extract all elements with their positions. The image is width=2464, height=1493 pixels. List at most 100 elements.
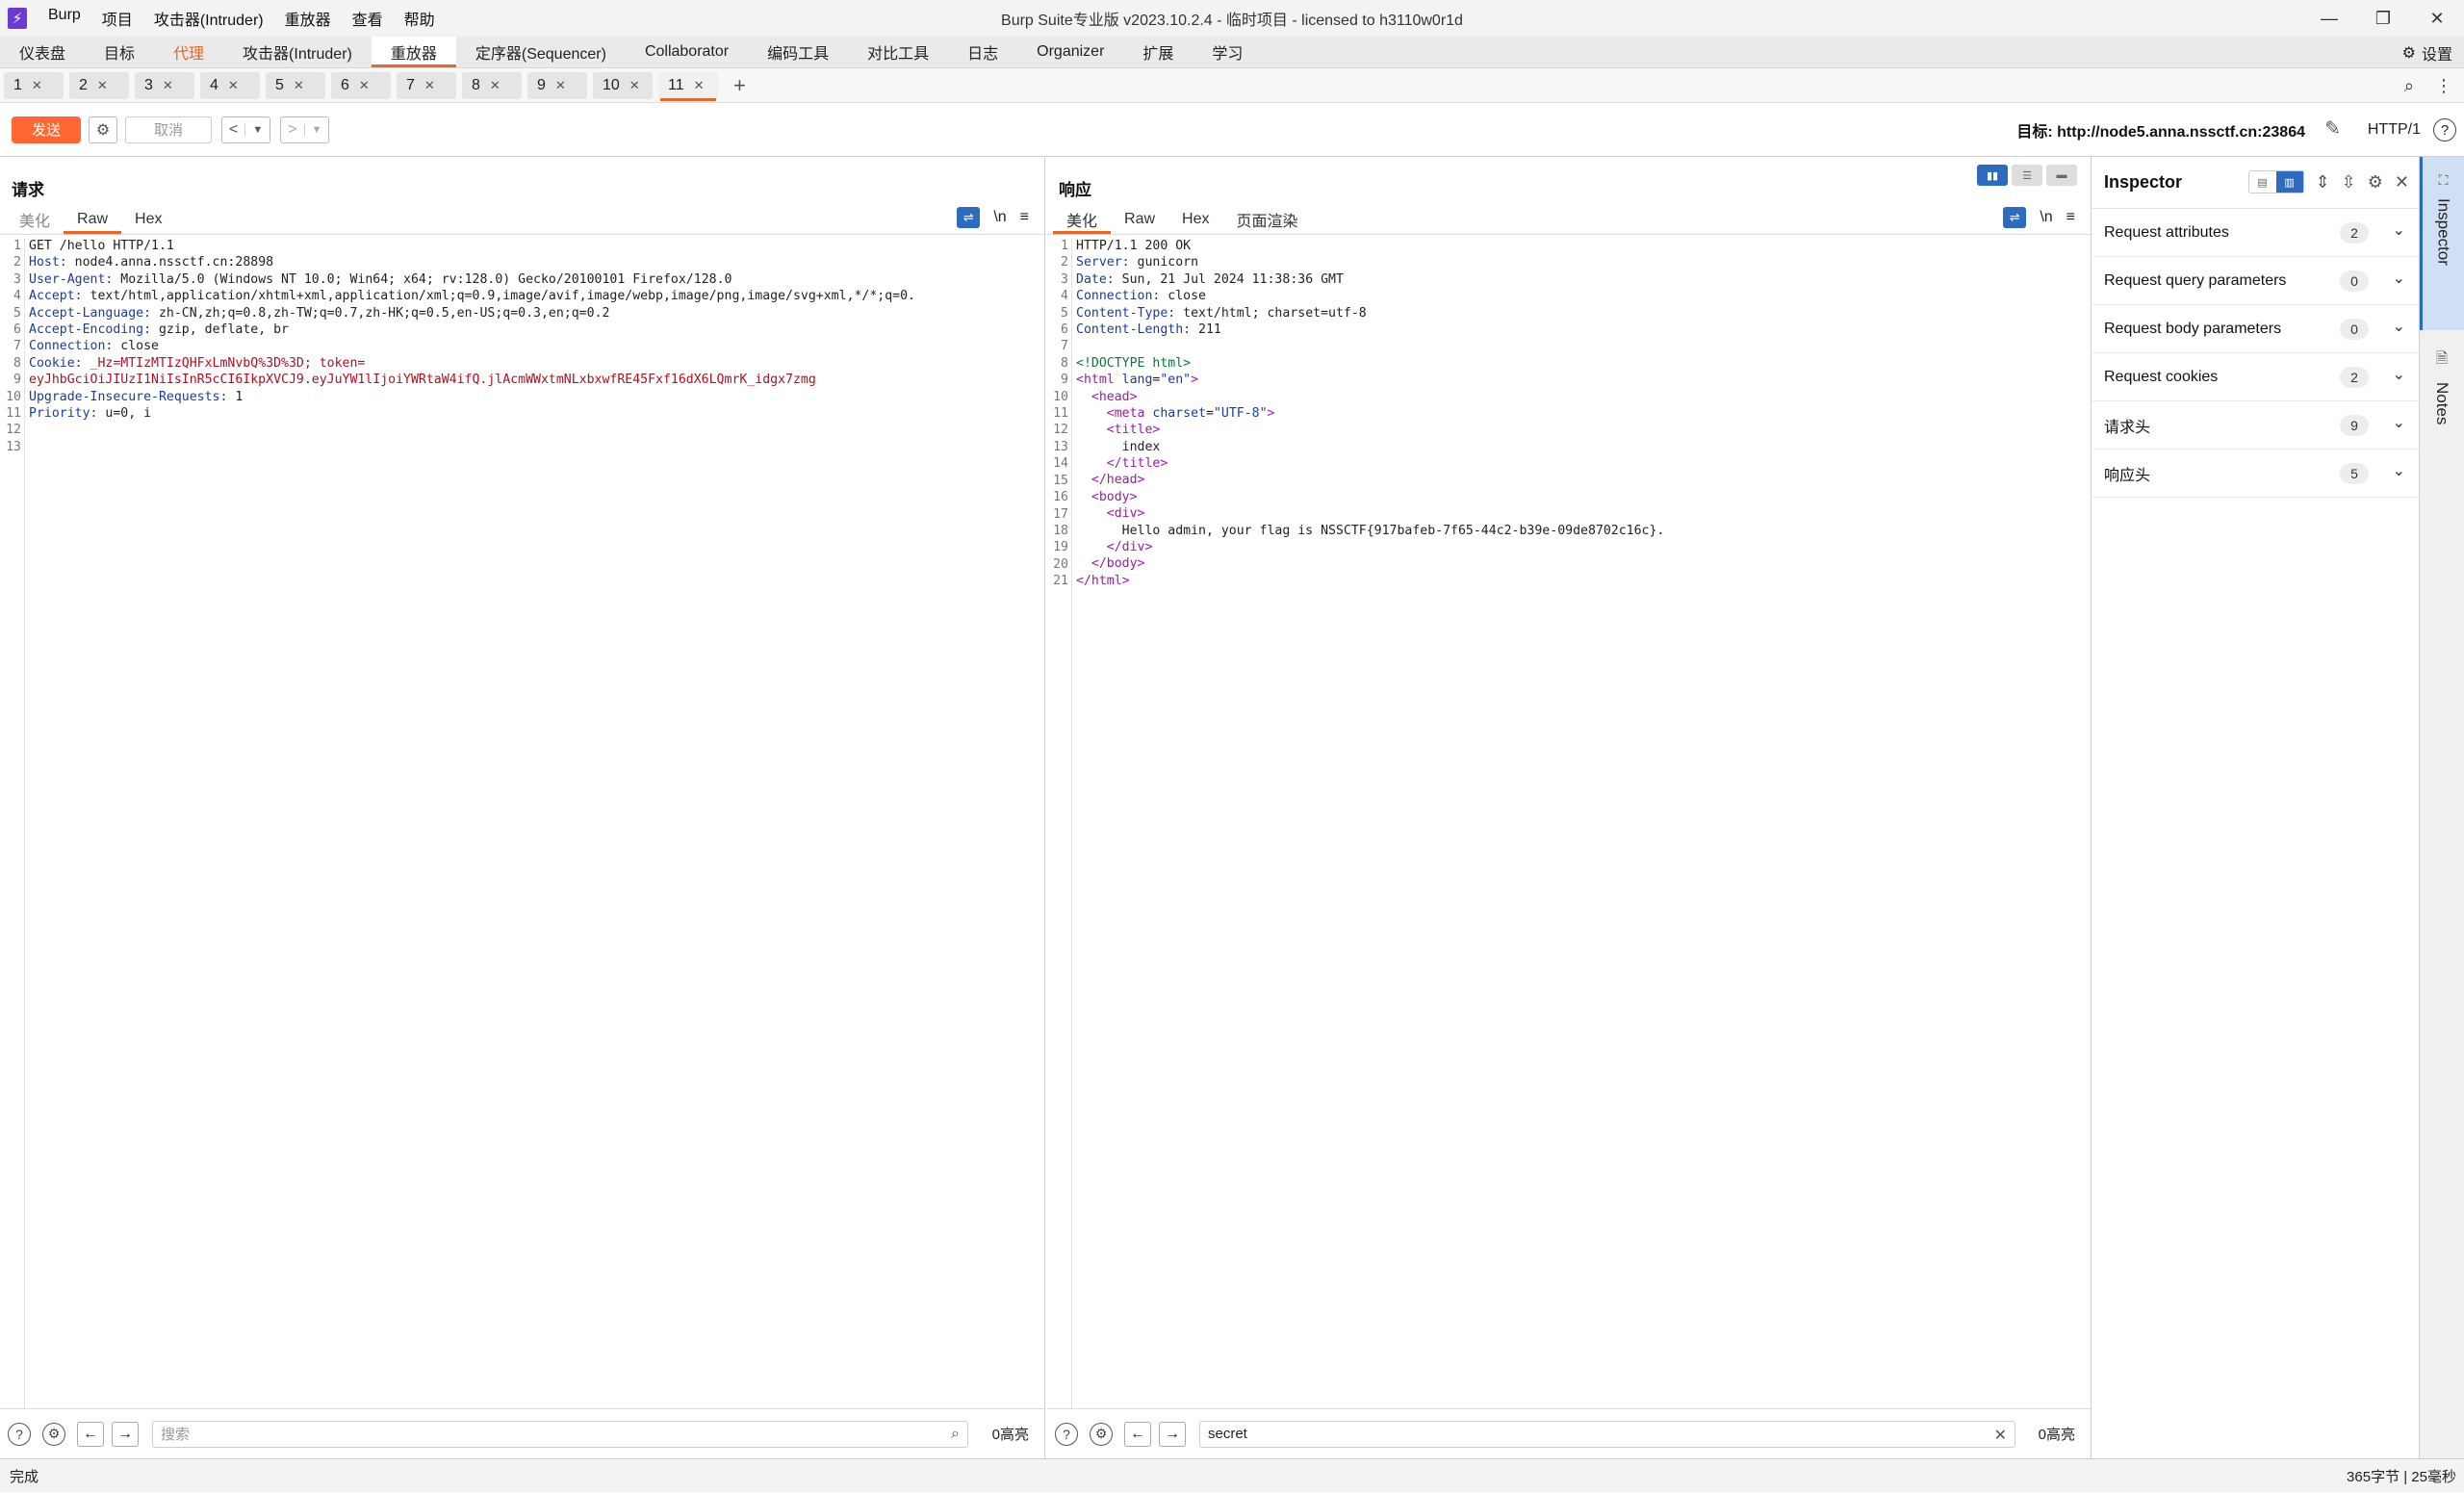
stacked-layout-icon[interactable]: ☰ [2012, 165, 2042, 186]
tab-decoder[interactable]: 编码工具 [748, 37, 848, 67]
send-button[interactable]: 发送 [12, 116, 81, 143]
repeater-tab-active[interactable]: 11 ✕ [658, 71, 718, 101]
http-version-toggle[interactable]: HTTP/1 [2368, 103, 2421, 157]
tab-hex[interactable]: Hex [1168, 207, 1222, 232]
cancel-button[interactable]: 取消 [125, 116, 212, 143]
tab-organizer[interactable]: Organizer [1017, 37, 1123, 67]
response-search-input[interactable]: secret ✕ [1199, 1420, 2015, 1448]
tabbed-layout-icon[interactable]: ▬ [2046, 165, 2077, 186]
tab-comparer[interactable]: 对比工具 [848, 37, 948, 67]
clear-search-icon[interactable]: ✕ [1994, 1426, 2007, 1445]
close-tab-icon[interactable]: ✕ [555, 78, 566, 93]
response-text[interactable]: HTTP/1.1 200 OK Server: gunicorn Date: Sun… [1076, 238, 2081, 589]
help-icon[interactable]: ? [2433, 118, 2456, 142]
inspector-section-request-headers[interactable]: 请求头 9 ⌄ [2092, 401, 2419, 450]
side-by-side-layout-icon[interactable]: ▮▮ [1977, 165, 2008, 186]
tab-learn[interactable]: 学习 [1193, 37, 1262, 67]
repeater-tab[interactable]: 6 ✕ [331, 71, 391, 99]
repeater-tab[interactable]: 8 ✕ [462, 71, 522, 99]
chevron-down-icon[interactable]: ⌄ [2393, 220, 2405, 240]
close-tab-icon[interactable]: ✕ [359, 78, 370, 93]
tab-repeater[interactable]: 重放器 [371, 37, 456, 67]
inspector-section-response-headers[interactable]: 响应头 5 ⌄ [2092, 450, 2419, 498]
edit-target-pencil-icon[interactable]: ✎ [2324, 116, 2341, 141]
repeater-tab[interactable]: 7 ✕ [397, 71, 456, 99]
restore-icon[interactable]: ❐ [2356, 0, 2410, 37]
tab-collaborator[interactable]: Collaborator [626, 37, 748, 67]
request-editor[interactable]: 1 2 3 4 5 6 7 8 9 10 11 12 13 GET /hello HTTP/1.1 Hos… [0, 238, 1044, 1408]
tab-proxy[interactable]: 代理 [154, 37, 223, 67]
tab-sequencer[interactable]: 定序器(Sequencer) [456, 37, 626, 67]
tab-extensions[interactable]: 扩展 [1123, 37, 1193, 67]
gear-icon[interactable]: ⚙ [1090, 1422, 1113, 1446]
close-tab-icon[interactable]: ✕ [490, 78, 500, 93]
next-match-arrow-icon[interactable]: → [112, 1421, 139, 1447]
menu-project[interactable]: 项目 [102, 7, 133, 30]
show-newlines-icon[interactable]: \n [993, 209, 1006, 226]
forward-arrow-icon[interactable]: > [281, 121, 303, 139]
menu-repeater[interactable]: 重放器 [285, 7, 331, 30]
more-menu-icon[interactable]: ⋮ [2435, 76, 2452, 96]
repeater-tab[interactable]: 4 ✕ [200, 71, 260, 99]
close-tab-icon[interactable]: ✕ [228, 78, 239, 93]
hamburger-menu-icon[interactable]: ≡ [2066, 209, 2075, 226]
chevron-down-icon[interactable]: ⌄ [2393, 461, 2405, 480]
repeater-tab[interactable]: 9 ✕ [527, 71, 587, 99]
tab-render[interactable]: 页面渲染 [1222, 207, 1311, 232]
side-tab-notes[interactable]: 🗎 Notes [2420, 335, 2464, 479]
tab-raw[interactable]: Raw [64, 207, 122, 234]
tab-raw[interactable]: Raw [1111, 207, 1168, 232]
close-tab-icon[interactable]: ✕ [694, 78, 705, 93]
side-tab-inspector[interactable]: ⛶ Inspector [2420, 157, 2464, 330]
tab-target[interactable]: 目标 [85, 37, 154, 67]
back-dropdown-icon[interactable]: ▼ [244, 123, 270, 136]
chevron-down-icon[interactable]: ⌄ [2393, 413, 2405, 432]
chevron-down-icon[interactable]: ⌄ [2393, 365, 2405, 384]
tab-intruder[interactable]: 攻击器(Intruder) [223, 37, 372, 67]
gear-icon[interactable]: ⚙ [42, 1422, 65, 1446]
tab-hex[interactable]: Hex [121, 207, 175, 232]
word-wrap-icon[interactable]: ⇌ [2003, 207, 2027, 228]
menu-burp[interactable]: Burp [48, 7, 81, 30]
search-icon[interactable]: ⌕ [2404, 76, 2414, 96]
show-newlines-icon[interactable]: \n [2040, 209, 2052, 226]
tab-pretty[interactable]: 美化 [1053, 207, 1112, 234]
close-tab-icon[interactable]: ✕ [97, 78, 108, 93]
word-wrap-icon[interactable]: ⇌ [957, 207, 981, 228]
hamburger-menu-icon[interactable]: ≡ [1020, 209, 1029, 226]
expand-all-icon[interactable]: ⇕ [2316, 172, 2330, 193]
response-editor[interactable]: 1 2 3 4 5 6 7 8 9 10 11 12 13 14 15 16 17 18 19 20 21 HTTP/1… [1047, 238, 2091, 1408]
forward-dropdown-icon[interactable]: ▼ [303, 123, 329, 136]
close-tab-icon[interactable]: ✕ [629, 78, 640, 93]
list-layout-icon[interactable]: ▤ [2249, 171, 2276, 193]
repeater-tab[interactable]: 10 ✕ [593, 71, 653, 99]
inspector-section-body-params[interactable]: Request body parameters 0 ⌄ [2092, 305, 2419, 353]
collapse-all-icon[interactable]: ⇳ [2342, 172, 2356, 193]
minimize-icon[interactable]: — [2302, 0, 2356, 37]
repeater-tab[interactable]: 3 ✕ [135, 71, 194, 99]
close-icon[interactable]: ✕ [2395, 172, 2409, 193]
send-settings-gear-icon[interactable]: ⚙ [89, 116, 117, 143]
previous-match-arrow-icon[interactable]: ← [77, 1421, 104, 1447]
request-search-input[interactable]: 搜索 ⌕ [152, 1420, 968, 1448]
previous-match-arrow-icon[interactable]: ← [1124, 1421, 1151, 1447]
close-tab-icon[interactable]: ✕ [424, 78, 435, 93]
request-raw-text[interactable]: GET /hello HTTP/1.1 Host: node4.anna.nssc… [29, 238, 1035, 455]
close-tab-icon[interactable]: ✕ [163, 78, 173, 93]
menu-view[interactable]: 查看 [352, 7, 383, 30]
close-window-icon[interactable]: ✕ [2410, 0, 2464, 37]
inspector-section-cookies[interactable]: Request cookies 2 ⌄ [2092, 353, 2419, 401]
chevron-down-icon[interactable]: ⌄ [2393, 317, 2405, 336]
close-tab-icon[interactable]: ✕ [32, 78, 42, 93]
help-icon[interactable]: ? [8, 1422, 31, 1446]
close-tab-icon[interactable]: ✕ [294, 78, 304, 93]
add-tab-icon[interactable]: + [733, 73, 746, 98]
menu-help[interactable]: 帮助 [404, 7, 435, 30]
tab-logger[interactable]: 日志 [948, 37, 1017, 67]
inspector-section-request-attributes[interactable]: Request attributes 2 ⌄ [2092, 209, 2419, 257]
back-arrow-icon[interactable]: < [222, 121, 244, 139]
settings-button[interactable]: ⚙ 设置 [2402, 37, 2452, 68]
repeater-tab[interactable]: 1 ✕ [4, 71, 64, 99]
panel-layout-icon[interactable]: ▥ [2275, 171, 2303, 193]
inspector-section-query-params[interactable]: Request query parameters 0 ⌄ [2092, 257, 2419, 305]
